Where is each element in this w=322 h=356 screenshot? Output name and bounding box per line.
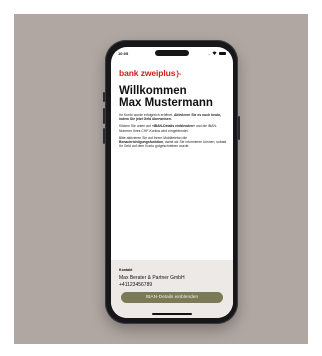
battery-icon bbox=[219, 51, 226, 56]
phone-side-button bbox=[103, 128, 105, 144]
brand-mark-icon: }- bbox=[176, 71, 182, 78]
brand-name-part2: zweiplus bbox=[140, 68, 176, 78]
phone-side-button bbox=[103, 92, 105, 102]
title-line1: Willkommen bbox=[119, 85, 187, 97]
paragraph-iban-instructions: Klicken Sie unten auf «IBAN-Details einb… bbox=[119, 124, 227, 132]
paragraph-account-opened: Ihr Konto wurde erfolgreich eröffnet. Ak… bbox=[119, 113, 227, 121]
status-time: 10:05 bbox=[118, 51, 129, 56]
camera-notch bbox=[155, 50, 189, 56]
status-icons: ... bbox=[208, 51, 226, 56]
brand-logo: bank zweiplus}- bbox=[119, 68, 181, 78]
welcome-message: Ihr Konto wurde erfolgreich eröffnet. Ak… bbox=[119, 113, 227, 151]
phone-side-button bbox=[238, 116, 240, 140]
home-indicator[interactable] bbox=[152, 313, 192, 315]
phone-screen: 10:05 ... bank zweiplus}- Willkommen Max… bbox=[111, 47, 233, 318]
paragraph-notifications: Bitte aktivieren Sie auf Ihrem Mobiltele… bbox=[119, 136, 227, 149]
show-iban-button[interactable]: IBAN-Details einblenden bbox=[121, 292, 223, 303]
title-line2: Max Mustermann bbox=[119, 97, 213, 109]
brand-name-part1: bank bbox=[119, 68, 141, 78]
phone-side-button bbox=[103, 108, 105, 124]
page-title: Willkommen Max Mustermann bbox=[119, 85, 229, 109]
contact-label: Kontakt bbox=[119, 268, 133, 272]
contact-phone[interactable]: +41123456789 bbox=[119, 282, 152, 288]
status-bar: 10:05 ... bbox=[111, 47, 233, 61]
wifi-icon bbox=[212, 51, 217, 56]
contact-footer: Kontakt Max Berater & Partner GmbH +4112… bbox=[111, 260, 233, 318]
signal-icon: ... bbox=[208, 51, 210, 56]
contact-name: Max Berater & Partner GmbH bbox=[119, 275, 185, 281]
